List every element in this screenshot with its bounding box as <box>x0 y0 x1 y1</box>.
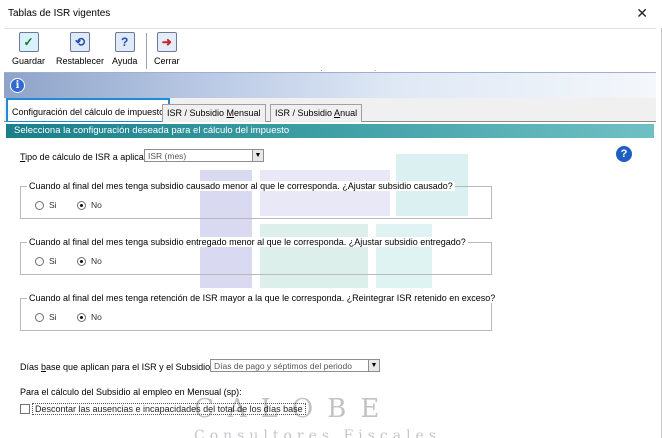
radio-subsidio-entregado-si[interactable]: Si <box>35 256 57 266</box>
help-label: Ayuda <box>112 56 138 66</box>
tab-isr-mensual-label-rest: ensual <box>234 108 261 118</box>
group-reintegrar-isr-legend: Cuando al final del mes tenga retención … <box>27 293 498 303</box>
reset-label: Restablecer <box>56 56 105 66</box>
radio-dot <box>35 200 44 210</box>
watermark-line2: Consultores Fiscales <box>194 428 442 438</box>
reset-button[interactable]: ⟲ Restablecer <box>56 32 104 66</box>
dias-base-label-pre: Días <box>20 362 42 372</box>
radio-subsidio-causado-si[interactable]: Si <box>35 200 57 210</box>
section-header: Selecciona la configuración deseada para… <box>6 124 654 138</box>
tipo-calculo-select[interactable]: ISR (mes) ▼ <box>144 149 264 162</box>
radio-no-label: No <box>91 256 102 266</box>
radio-dot <box>35 312 44 322</box>
tipo-calculo-value: ISR (mes) <box>148 151 187 161</box>
tab-isr-anual[interactable]: ISR / Subsidio Anual <box>270 104 363 122</box>
tab-content: CALOBE Consultores Fiscales Selecciona l… <box>4 122 656 438</box>
tab-isr-mensual[interactable]: ISR / Subsidio Mensual <box>162 104 266 122</box>
tipo-calculo-label-text: ipo de cálculo de ISR a aplicar: <box>25 152 150 162</box>
undo-icon: ⟲ <box>70 32 91 52</box>
tab-isr-anual-label-rest: nual <box>340 108 358 118</box>
descontar-ausencias-checkbox[interactable] <box>20 404 30 414</box>
radio-no-label: No <box>91 312 102 322</box>
tab-isr-mensual-accel: M <box>226 108 235 118</box>
tipo-calculo-label: Tipo de cálculo de ISR a aplicar: <box>20 152 149 162</box>
radio-dot-selected <box>77 200 86 210</box>
dias-base-label: Días base que aplican para el ISR y el S… <box>20 362 213 372</box>
radio-subsidio-causado-no[interactable]: No <box>77 200 102 210</box>
group-subsidio-causado: Cuando al final del mes tenga subsidio c… <box>20 181 492 219</box>
radio-reintegrar-isr-no[interactable]: No <box>77 312 102 322</box>
question-icon: ? <box>114 32 135 52</box>
dias-base-select[interactable]: Días de pago y séptimos del periodo ▼ <box>210 359 380 372</box>
radio-dot-selected <box>77 312 86 322</box>
window-title: Tablas de ISR vigentes <box>8 8 111 19</box>
radio-dot <box>35 256 44 266</box>
radio-si-label: Si <box>49 312 57 322</box>
group-subsidio-entregado-legend: Cuando al final del mes tenga subsidio e… <box>27 237 468 247</box>
close-icon[interactable]: ✕ <box>636 6 648 20</box>
toolbar-separator <box>146 33 147 69</box>
dias-base-label-post: ase que aplican para el ISR y el Subsidi… <box>46 362 213 372</box>
close-button[interactable]: ➜ Cerrar <box>154 32 180 66</box>
radio-dot-selected <box>77 256 86 266</box>
radio-si-label: Si <box>49 256 57 266</box>
toolbar: ✓ Guardar ⟲ Restablecer ? Ayuda ➜ Cerrar… <box>4 28 656 75</box>
info-icon[interactable]: i <box>10 78 25 93</box>
help-icon[interactable]: ? <box>616 146 632 162</box>
checkmark-icon: ✓ <box>18 32 39 52</box>
help-button[interactable]: ? Ayuda <box>112 32 137 66</box>
subsidio-empleo-label: Para el cálculo del Subsidio al empleo e… <box>20 387 242 397</box>
dropdown-arrow-icon: ▼ <box>368 360 379 371</box>
tab-configuracion[interactable]: Configuración del cálculo de impuesto <box>6 98 171 123</box>
group-subsidio-entregado: Cuando al final del mes tenga subsidio e… <box>20 237 492 275</box>
save-button[interactable]: ✓ Guardar <box>12 32 45 66</box>
group-reintegrar-isr: Cuando al final del mes tenga retención … <box>20 293 498 331</box>
tab-configuracion-label: Configuración del cálculo de impuesto <box>12 107 165 117</box>
tab-isr-anual-label: ISR / Subsidio <box>275 108 335 118</box>
save-label: Guardar <box>12 56 46 66</box>
info-bar: i <box>4 72 656 98</box>
close-label: Cerrar <box>154 56 180 66</box>
radio-si-label: Si <box>49 200 57 210</box>
descontar-ausencias-label[interactable]: Descontar las ausencias e incapacidades … <box>32 403 306 415</box>
dropdown-arrow-icon: ▼ <box>252 150 263 161</box>
window: Tablas de ISR vigentes ✕ ✓ Guardar ⟲ Res… <box>0 0 662 438</box>
tab-strip: Configuración del cálculo de impuesto IS… <box>4 98 656 123</box>
radio-no-label: No <box>91 200 102 210</box>
radio-reintegrar-isr-si[interactable]: Si <box>35 312 57 322</box>
dias-base-value: Días de pago y séptimos del periodo <box>214 361 352 371</box>
tab-isr-mensual-label: ISR / Subsidio <box>167 108 227 118</box>
exit-icon: ➜ <box>156 32 177 52</box>
title-bar: Tablas de ISR vigentes ✕ <box>0 0 662 28</box>
group-subsidio-causado-legend: Cuando al final del mes tenga subsidio c… <box>27 181 455 191</box>
radio-subsidio-entregado-no[interactable]: No <box>77 256 102 266</box>
